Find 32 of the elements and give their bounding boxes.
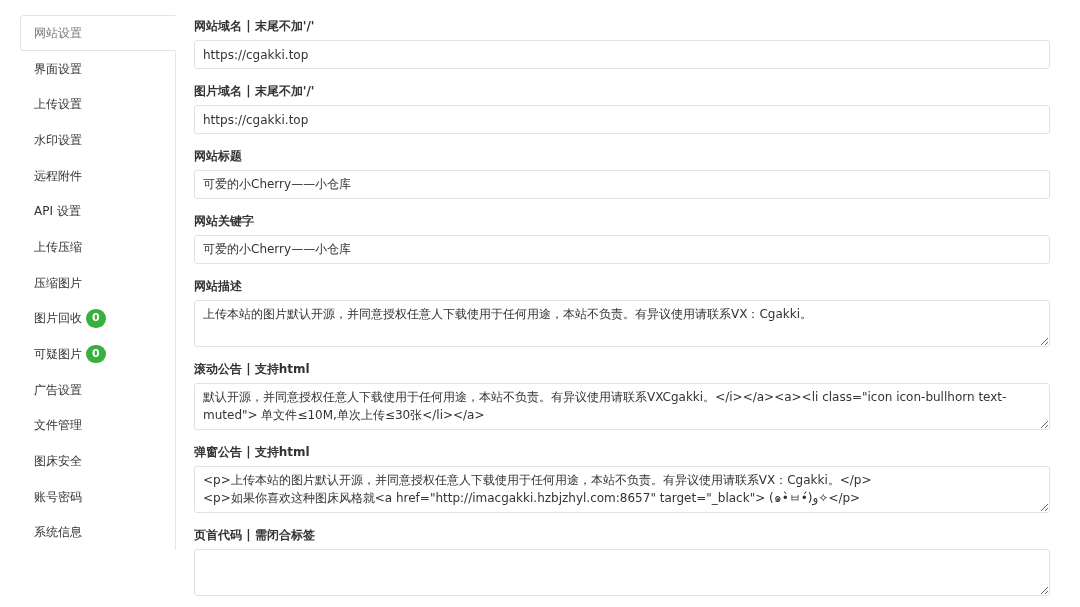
- field-label: 图片域名 | 末尾不加'/': [194, 83, 316, 100]
- input-field[interactable]: https://cgakki.top: [194, 105, 1050, 134]
- sidebar-item[interactable]: 水印设置: [20, 122, 175, 158]
- sidebar-item[interactable]: 图床安全: [20, 443, 175, 479]
- field-label: 滚动公告 | 支持html: [194, 361, 311, 378]
- sidebar-item[interactable]: 网站设置: [20, 15, 176, 51]
- input-field[interactable]: 可爱的小Cherry——小仓库: [194, 235, 1050, 264]
- field-label: 弹窗公告 | 支持html: [194, 444, 311, 461]
- field-label: 网站描述: [194, 278, 243, 295]
- input-field[interactable]: https://cgakki.top: [194, 40, 1050, 69]
- text-area[interactable]: 默认开源，并同意授权任意人下载使用于任何用途，本站不负责。有异议使用请联系VXCgakki。</i></a><a><li class="icon icon-bullhorn text-muted"> 单文件≤10M,单次上传≤30张</li></a>: [194, 383, 1050, 430]
- sidebar-item[interactable]: API 设置: [20, 193, 175, 230]
- text-area[interactable]: [194, 549, 1050, 596]
- count-badge: 0: [86, 344, 106, 364]
- sidebar-item[interactable]: 远程附件: [20, 157, 175, 194]
- sidebar-item[interactable]: 广告设置: [20, 371, 175, 408]
- sidebar-item[interactable]: 界面设置: [20, 50, 175, 87]
- field-label: 页首代码 | 需闭合标签: [194, 527, 316, 544]
- sidebar-item[interactable]: 可疑图片 0: [20, 336, 175, 372]
- sidebar-item[interactable]: 上传压缩: [20, 229, 175, 265]
- field-label: 网站标题: [194, 148, 243, 165]
- sidebar-item[interactable]: 压缩图片: [20, 264, 175, 301]
- sidebar-item[interactable]: 账号密码: [20, 478, 175, 515]
- count-badge: 0: [86, 309, 106, 328]
- field-label: 网站关键字: [194, 213, 255, 230]
- text-area[interactable]: 上传本站的图片默认开源，并同意授权任意人下载使用于任何用途，本站不负责。有异议使用请联系VX：Cgakki。: [194, 300, 1050, 347]
- sidebar-item[interactable]: 文件管理: [20, 407, 175, 444]
- sidebar-item[interactable]: 系统信息: [20, 514, 175, 551]
- sidebar-item[interactable]: 图片回收 0: [20, 300, 175, 337]
- input-field[interactable]: 可爱的小Cherry——小仓库: [194, 170, 1050, 199]
- sidebar-item[interactable]: 上传设置: [20, 86, 175, 123]
- field-label: 网站域名 | 末尾不加'/': [194, 18, 316, 35]
